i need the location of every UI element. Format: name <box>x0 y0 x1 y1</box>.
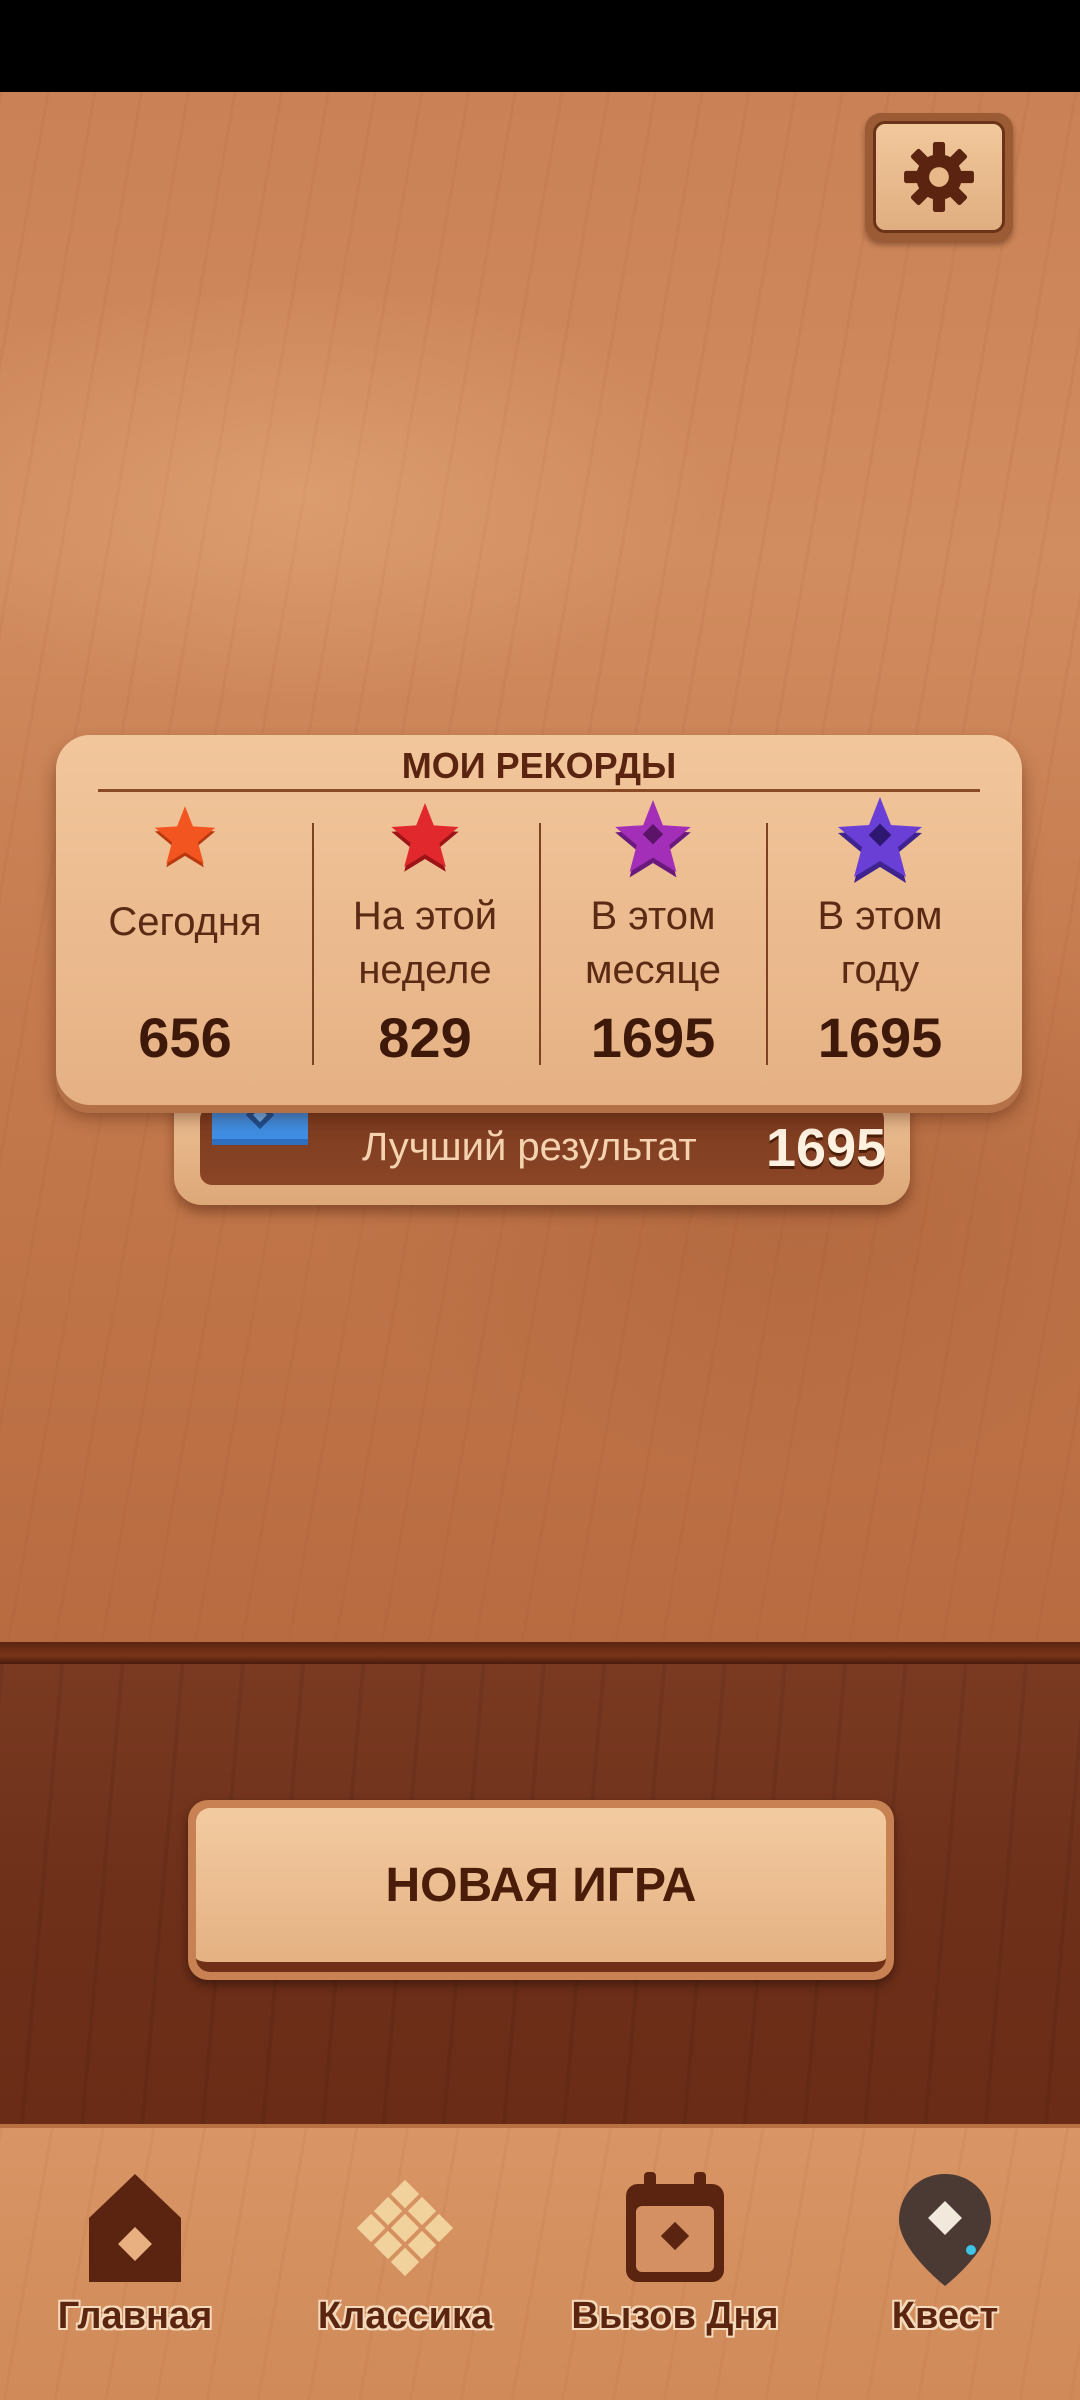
classic-diamond-icon <box>356 2179 454 2277</box>
record-label: В этом <box>817 894 943 938</box>
calendar-icon <box>626 2172 724 2282</box>
record-value: 829 <box>378 1006 472 1069</box>
nav-label: Квест <box>891 2295 999 2337</box>
record-label: Сегодня <box>108 900 262 944</box>
best-result-value: 1695 <box>766 1118 887 1178</box>
new-game-button[interactable]: НОВАЯ ИГРА <box>188 1800 894 1980</box>
records-card: МОИ РЕКОРДЫ Сегодня 656 На этой неделе 8… <box>56 735 1022 1105</box>
settings-button[interactable] <box>865 113 1013 241</box>
best-result-label: Лучший результат <box>362 1125 697 1169</box>
map-pin-icon <box>899 2174 991 2286</box>
nav-label: Классика <box>317 2295 493 2337</box>
nav-item-classic[interactable]: Классика <box>275 2160 535 2360</box>
record-month: В этом месяце 1695 <box>539 795 767 1085</box>
record-today: Сегодня 656 <box>71 795 299 1085</box>
nav-label: Вызов Дня <box>571 2295 779 2337</box>
nav-item-home[interactable]: Главная <box>5 2160 265 2360</box>
status-bar <box>0 0 1080 92</box>
star-red-icon <box>391 803 459 872</box>
record-label-line2: месяце <box>584 948 722 992</box>
record-value: 1695 <box>817 1006 943 1069</box>
record-value: 656 <box>138 1006 232 1069</box>
record-week: На этой неделе 829 <box>311 795 539 1085</box>
star-violet-icon <box>838 797 922 883</box>
nav-item-quest[interactable]: Квест <box>815 2160 1075 2360</box>
new-game-label: НОВАЯ ИГРА <box>196 1808 886 1972</box>
gear-icon <box>904 142 974 212</box>
record-label: На этой <box>352 894 498 938</box>
nav-label: Главная <box>57 2295 213 2337</box>
record-label-line2: году <box>840 948 920 992</box>
record-year: В этом году 1695 <box>766 795 994 1085</box>
best-result-bar: Лучший результат 1695 <box>174 1061 910 1205</box>
home-icon <box>89 2174 181 2282</box>
divider <box>0 1642 1080 1664</box>
record-label-line2: неделе <box>358 948 492 992</box>
star-orange-icon <box>154 806 216 868</box>
star-purple-icon <box>615 800 691 878</box>
records-title: МОИ РЕКОРДЫ <box>401 745 677 786</box>
record-value: 1695 <box>590 1006 716 1069</box>
record-label: В этом <box>590 894 716 938</box>
nav-item-daily-challenge[interactable]: Вызов Дня <box>545 2160 805 2360</box>
